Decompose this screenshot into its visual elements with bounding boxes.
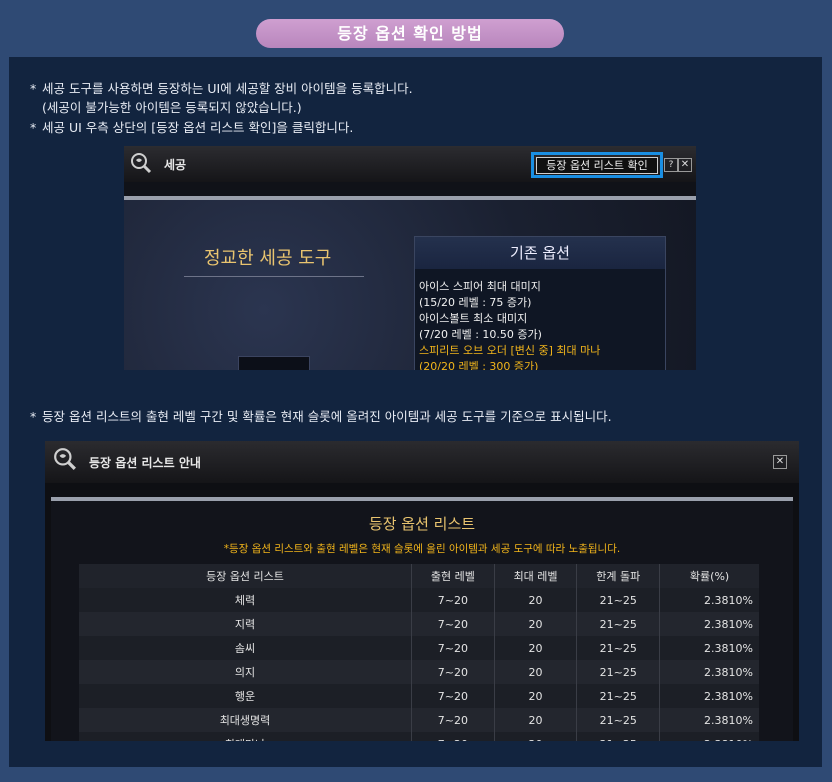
- craft-window: 세공 등장 옵션 리스트 확인 ? ✕ 정교한 세공 도구 기존 옵션 아이스 …: [124, 146, 696, 370]
- help-button[interactable]: ?: [664, 158, 678, 172]
- divider: [184, 276, 364, 277]
- option-line: 아이스 스피어 최대 대미지: [419, 280, 541, 293]
- table-row: 의지 7~20 20 21~25 2.3810%: [79, 660, 759, 684]
- table-cell: 21~25: [576, 588, 660, 612]
- existing-options-panel: 기존 옵션 아이스 스피어 최대 대미지 (15/20 레벨 : 75 증가) …: [414, 236, 666, 370]
- table-cell: 솜씨: [79, 636, 412, 660]
- option-line: (20/20 레벨 : 300 증가): [419, 360, 539, 370]
- table-cell: 2.3810%: [659, 660, 759, 684]
- table-cell: 20: [493, 588, 577, 612]
- table-cell: 최대생명력: [79, 708, 412, 732]
- table-cell: 의지: [79, 660, 412, 684]
- page-title: 등장 옵션 확인 방법: [256, 19, 564, 48]
- table-cell: 21~25: [576, 612, 660, 636]
- option-line: (7/20 레벨 : 10.50 증가): [419, 328, 542, 341]
- option-line: 아이스볼트 최소 대미지: [419, 312, 528, 325]
- table-cell: 7~20: [411, 684, 495, 708]
- option-list-heading: 등장 옵션 리스트: [368, 515, 476, 533]
- table-cell: 행운: [79, 684, 412, 708]
- table-cell: 20: [493, 612, 577, 636]
- options-list: 아이스 스피어 최대 대미지 (15/20 레벨 : 75 증가) 아이스볼트 …: [415, 269, 665, 370]
- table-cell: 최대마나: [79, 732, 412, 741]
- table-cell: 21~25: [576, 708, 660, 732]
- table-cell: 7~20: [411, 636, 495, 660]
- option-list-titlebar: 등장 옵션 리스트 안내 ✕: [45, 441, 799, 483]
- table-row: 최대마나7~202021~252.3810%: [79, 732, 759, 741]
- column-header: 최대 레벨: [493, 564, 577, 588]
- column-header: 출현 레벨: [411, 564, 495, 588]
- craft-tool-title: 정교한 세공 도구: [204, 248, 332, 269]
- table-cell: 20: [493, 732, 577, 741]
- table-cell: 지력: [79, 612, 412, 636]
- table-cell: 7~20: [411, 612, 495, 636]
- table-cell: 20: [493, 708, 577, 732]
- option-line: (15/20 레벨 : 75 증가): [419, 296, 532, 309]
- note-1-text: 세공 도구를 사용하면 등장하는 UI에 세공할 장비 아이템을 등록합니다.: [42, 81, 413, 96]
- table-cell: 2.3810%: [659, 732, 759, 741]
- magnifier-icon: [131, 153, 152, 174]
- note-3-text: 세공 UI 우측 상단의 [등장 옵션 리스트 확인]을 클릭합니다.: [42, 120, 354, 135]
- column-header: 한계 돌파: [576, 564, 660, 588]
- table-row: 체력 7~20 20 21~25 2.3810%: [79, 588, 759, 612]
- table-row: 최대생명력 7~20 20 21~25 2.3810%: [79, 708, 759, 732]
- magnifier-icon: [54, 448, 76, 470]
- option-list-body: 등장 옵션 리스트 *등장 옵션 리스트와 출현 레벨은 현재 슬롯에 올린 아…: [51, 497, 793, 741]
- table-cell: 7~20: [411, 660, 495, 684]
- table-cell: 7~20: [411, 708, 495, 732]
- table-cell: 2.3810%: [659, 684, 759, 708]
- table-cell: 2.3810%: [659, 708, 759, 732]
- table-cell: 7~20: [411, 732, 495, 741]
- table-cell: 20: [493, 684, 577, 708]
- note-1: * 세공 도구를 사용하면 등장하는 UI에 세공할 장비 아이템을 등록합니다.: [30, 79, 413, 98]
- bullet: *: [30, 81, 37, 96]
- table-cell: 7~20: [411, 588, 495, 612]
- table-cell: 21~25: [576, 636, 660, 660]
- craft-window-titlebar: 세공 등장 옵션 리스트 확인 ? ✕: [124, 146, 696, 182]
- table-cell: 2.3810%: [659, 636, 759, 660]
- item-slot[interactable]: [238, 356, 310, 370]
- note-4: * 등장 옵션 리스트의 출현 레벨 구간 및 확률은 현재 슬롯에 올려진 아이…: [30, 407, 612, 426]
- table-cell: 20: [493, 660, 577, 684]
- note-2: (세공이 불가능한 아이템은 등록되지 않았습니다.): [42, 100, 302, 115]
- option-list-subnote: *등장 옵션 리스트와 출현 레벨은 현재 슬롯에 올린 아이템과 세공 도구에…: [223, 543, 621, 555]
- option-line: 스피리트 오브 오더 [변신 중] 최대 마나: [419, 344, 601, 357]
- column-header: 등장 옵션 리스트: [79, 564, 412, 588]
- table-cell: 2.3810%: [659, 612, 759, 636]
- table-cell: 21~25: [576, 684, 660, 708]
- note-4-text: 등장 옵션 리스트의 출현 레벨 구간 및 확률은 현재 슬롯에 올려진 아이템…: [42, 409, 612, 424]
- craft-window-title: 세공: [164, 158, 187, 172]
- close-button[interactable]: ✕: [773, 455, 787, 469]
- option-list-window: 등장 옵션 리스트 안내 ✕ 등장 옵션 리스트 *등장 옵션 리스트와 출현 …: [45, 441, 799, 741]
- table-row: 행운 7~20 20 21~25 2.3810%: [79, 684, 759, 708]
- table-cell: 체력: [79, 588, 412, 612]
- option-list-window-title: 등장 옵션 리스트 안내: [89, 456, 201, 470]
- table-cell: 21~25: [576, 732, 660, 741]
- table-row: 지력 7~20 20 21~25 2.3810%: [79, 612, 759, 636]
- panel-title: 기존 옵션: [415, 237, 665, 269]
- option-table: 등장 옵션 리스트 출현 레벨 최대 레벨 한계 돌파 확률(%) 체력 7~20…: [79, 564, 759, 741]
- close-button[interactable]: ✕: [678, 158, 692, 172]
- column-header: 확률(%): [659, 564, 759, 588]
- table-cell: 2.3810%: [659, 588, 759, 612]
- table-cell: 21~25: [576, 660, 660, 684]
- table-header-row: 등장 옵션 리스트 출현 레벨 최대 레벨 한계 돌파 확률(%): [79, 564, 759, 588]
- craft-window-body: 정교한 세공 도구 기존 옵션 아이스 스피어 최대 대미지 (15/20 레벨…: [124, 196, 696, 370]
- highlight-box: [531, 152, 663, 178]
- table-cell: 20: [493, 636, 577, 660]
- table-row: 솜씨 7~20 20 21~25 2.3810%: [79, 636, 759, 660]
- bullet: *: [30, 120, 37, 135]
- bullet: *: [30, 409, 37, 424]
- note-3: * 세공 UI 우측 상단의 [등장 옵션 리스트 확인]을 클릭합니다.: [30, 118, 353, 137]
